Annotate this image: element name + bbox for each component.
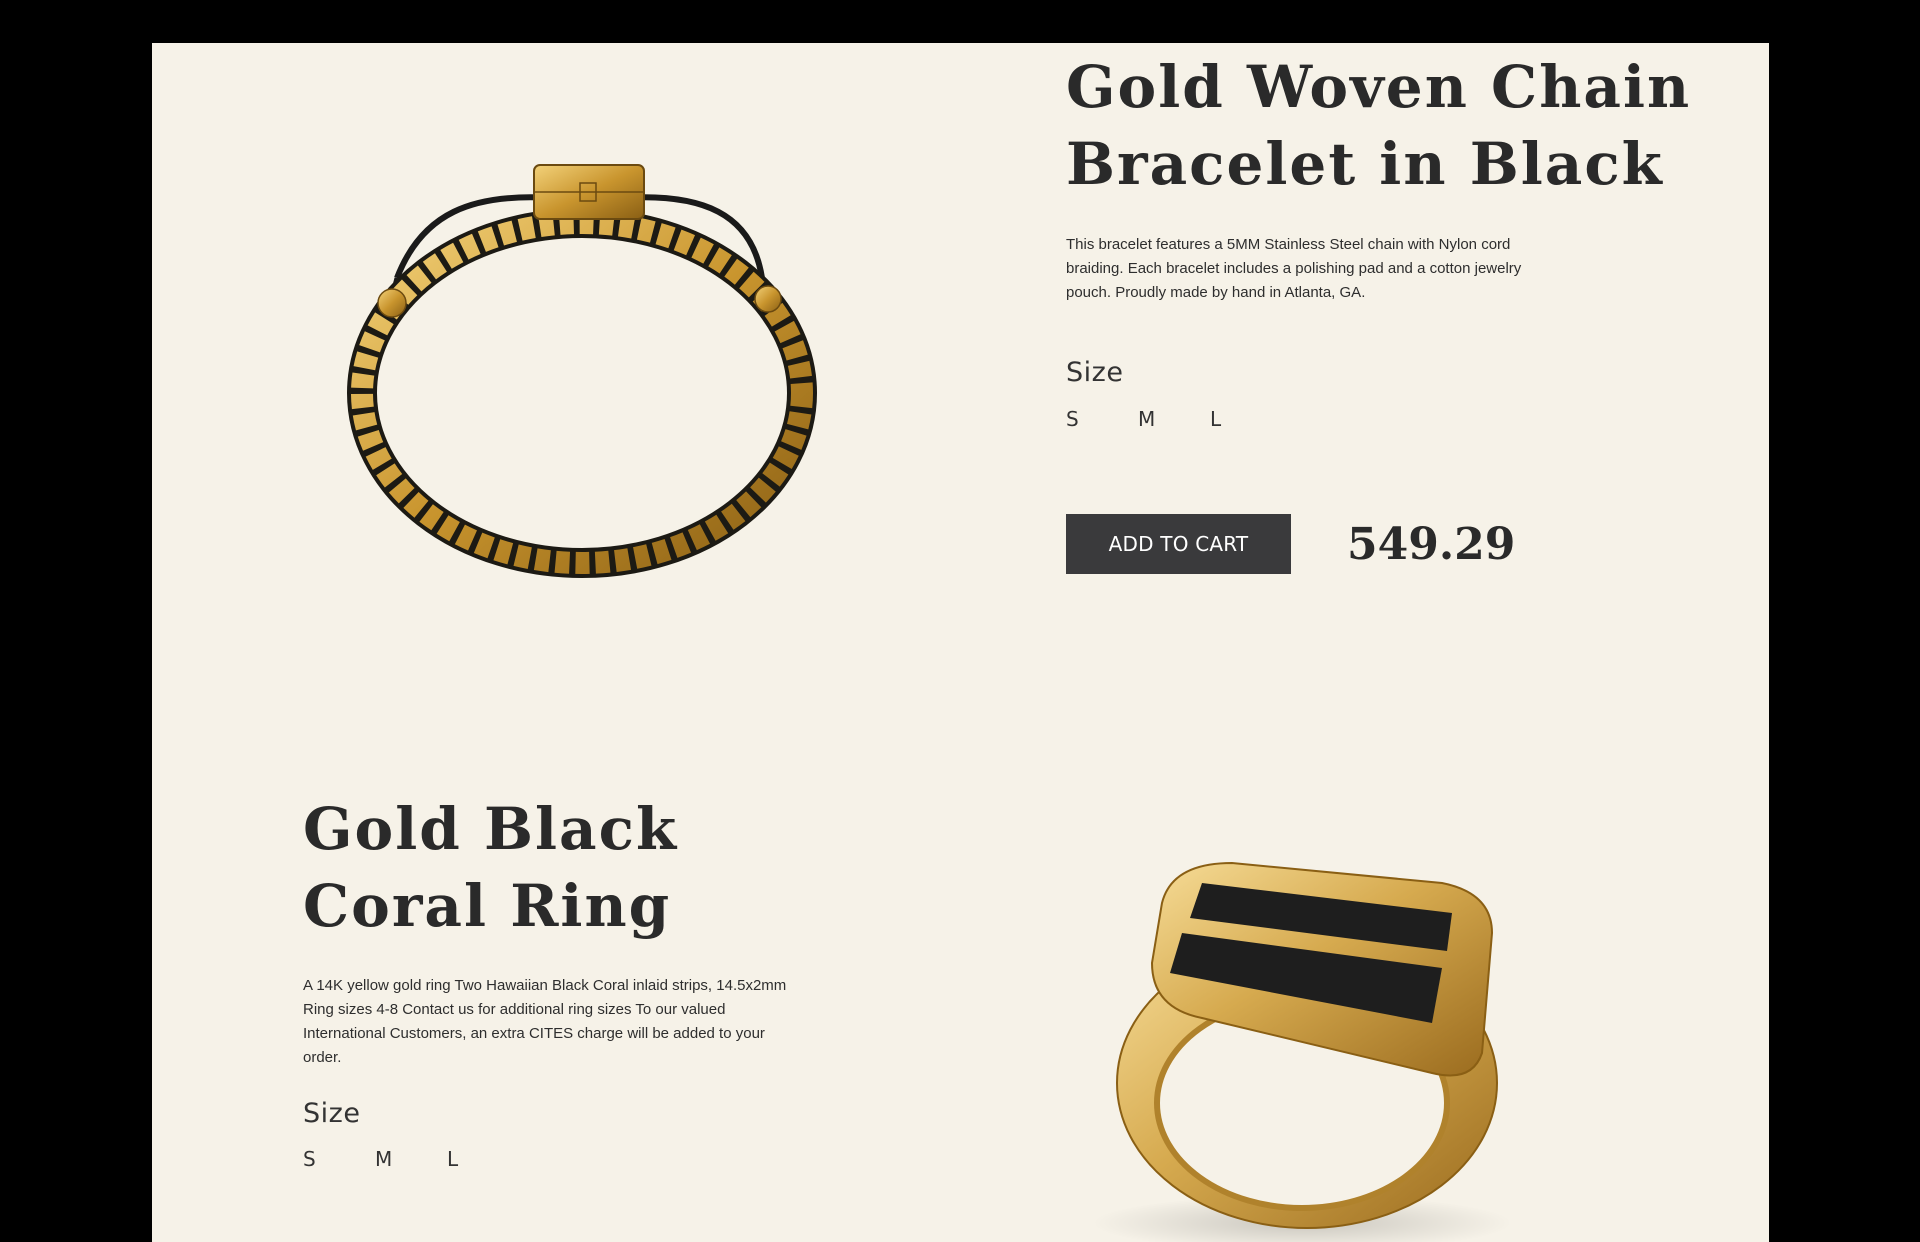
size-option-l[interactable]: L: [447, 1147, 519, 1171]
product-price: 549.29: [1347, 519, 1516, 570]
size-option-m[interactable]: M: [375, 1147, 447, 1171]
product-title: Gold Black Coral Ring: [303, 795, 679, 940]
size-option-l[interactable]: L: [1210, 407, 1282, 431]
size-option-s[interactable]: S: [1066, 407, 1138, 431]
size-option-s[interactable]: S: [303, 1147, 375, 1171]
size-options: S M L: [1066, 407, 1282, 431]
size-options: S M L: [303, 1147, 519, 1171]
product-title: Gold Woven Chain Bracelet in Black: [1066, 53, 1692, 198]
add-to-cart-button[interactable]: ADD TO CART: [1066, 514, 1291, 574]
bracelet-image: [272, 103, 892, 583]
size-label: Size: [303, 1098, 361, 1129]
product-page: Gold Woven Chain Bracelet in Black This …: [152, 43, 1769, 1242]
product-description: This bracelet features a 5MM Stainless S…: [1066, 236, 1522, 301]
ring-image: [1052, 783, 1572, 1242]
product-description: A 14K yellow gold ring Two Hawaiian Blac…: [303, 977, 787, 1066]
size-label: Size: [1066, 357, 1124, 388]
size-option-m[interactable]: M: [1138, 407, 1210, 431]
